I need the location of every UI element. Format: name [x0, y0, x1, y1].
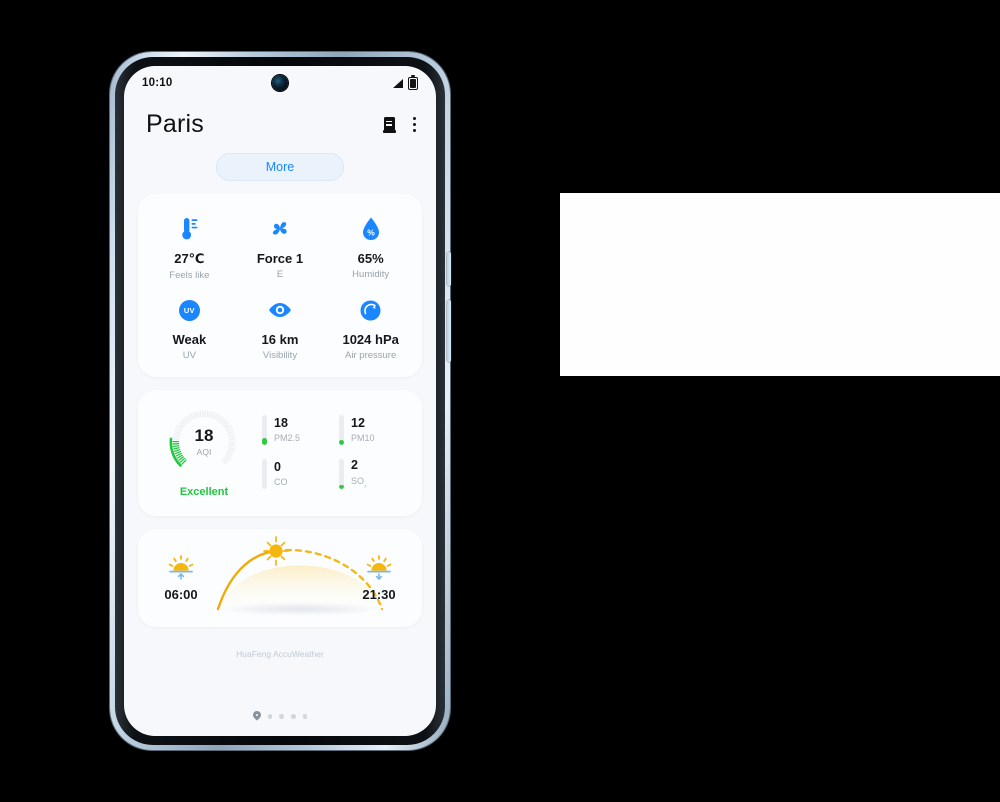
aqi-gauge: 18 AQI: [168, 406, 240, 478]
detail-wind[interactable]: Force 1 E: [235, 214, 326, 281]
thermometer-icon: [178, 214, 200, 244]
air-pressure-icon: [359, 295, 382, 325]
pollutant-bar-fill: [339, 439, 344, 445]
detail-value: 1024 hPa: [342, 332, 399, 347]
page-dot[interactable]: [302, 714, 308, 719]
phone-device-frame: 10:10 Paris More 27℃ Feels like Force 1 …: [110, 52, 451, 750]
detail-label: E: [276, 269, 284, 280]
detail-air-pressure[interactable]: 1024 hPa Air pressure: [325, 295, 416, 361]
pollutant-pm25: 18 PM2.5: [262, 415, 333, 445]
city-list-icon[interactable]: [382, 116, 396, 133]
pollutant-value: 2: [351, 458, 358, 473]
weather-details-card: 27℃ Feels like Force 1 E % 65% Humidity …: [138, 194, 422, 377]
page-title: Paris: [146, 110, 204, 138]
more-button-row: More: [124, 153, 436, 181]
pollutant-label-so2: SO₂: [351, 475, 367, 489]
page-dot[interactable]: [279, 714, 284, 719]
aqi-gauge-column: 18 AQI Excellent: [150, 406, 258, 498]
page-indicator[interactable]: [124, 711, 436, 722]
data-attribution: HuaFeng AccuWeather: [236, 649, 324, 659]
sunset-block: 21:30: [350, 554, 408, 602]
detail-value: 65%: [357, 251, 384, 266]
detail-label: Feels like: [169, 270, 210, 281]
detail-label: Air pressure: [345, 350, 397, 361]
volume-button[interactable]: [447, 252, 451, 286]
detail-value: 27℃: [174, 251, 205, 266]
detail-label: Humidity: [352, 269, 390, 280]
detail-value: Force 1: [256, 251, 304, 266]
aqi-value: 18: [194, 426, 214, 445]
sunrise-sunset-card[interactable]: 06:00 21:30: [138, 529, 422, 627]
location-pin-icon: [253, 711, 261, 722]
pollutant-value: 18: [274, 415, 288, 430]
air-quality-card[interactable]: 18 AQI Excellent 18 PM2.5 12 PM10 0 CO 2…: [138, 390, 422, 516]
detail-label: UV: [182, 350, 196, 361]
power-button[interactable]: [447, 300, 451, 362]
phone-screen: 10:10 Paris More 27℃ Feels like Force 1 …: [124, 66, 436, 736]
sunrise-icon: [168, 554, 194, 580]
sun-arc: [210, 529, 384, 627]
pollutant-bar-fill: [262, 438, 267, 445]
wind-fan-icon: [268, 214, 292, 244]
sun-icon: [263, 536, 289, 566]
sunrise-time: 06:00: [164, 586, 198, 602]
blank-white-panel: [560, 193, 1000, 376]
detail-humidity[interactable]: % 65% Humidity: [325, 214, 416, 281]
pollutant-so2: 2 SO₂: [339, 458, 410, 489]
app-header: Paris: [124, 100, 436, 139]
pollutant-label: PM10: [351, 433, 375, 444]
more-button[interactable]: More: [216, 153, 344, 181]
status-bar-time: 10:10: [142, 77, 173, 89]
detail-value: Weak: [172, 332, 207, 347]
detail-value: 16 km: [261, 332, 299, 347]
detail-visibility[interactable]: 16 km Visibility: [235, 295, 326, 361]
pollutant-co: 0 CO: [262, 459, 333, 489]
pollutant-value: 0: [274, 459, 281, 474]
pollutant-bar: [339, 459, 344, 489]
pollutant-label: PM2.5: [274, 433, 301, 444]
sunrise-block: 06:00: [152, 554, 210, 602]
detail-label: Visibility: [262, 350, 298, 361]
header-actions: [382, 116, 416, 133]
weather-details-grid: 27℃ Feels like Force 1 E % 65% Humidity …: [138, 194, 422, 377]
pollutant-bar: [262, 415, 267, 445]
uv-badge-text: UV: [183, 305, 195, 315]
front-camera-punch-hole-icon: [272, 75, 288, 91]
page-dot[interactable]: [291, 714, 296, 719]
humidity-drop-icon: %: [361, 214, 381, 244]
pollutant-bar: [262, 459, 267, 489]
uv-index-icon: UV: [178, 295, 200, 325]
more-options-icon[interactable]: [412, 116, 416, 133]
detail-uv[interactable]: UV Weak UV: [144, 295, 235, 361]
page-dot[interactable]: [267, 714, 273, 719]
sunset-icon: [366, 554, 392, 580]
pollutant-value: 12: [351, 415, 365, 430]
battery-icon: [408, 74, 418, 90]
pollutant-grid: 18 PM2.5 12 PM10 0 CO 2 SO₂: [258, 415, 410, 489]
phone-bezel: 10:10 Paris More 27℃ Feels like Force 1 …: [115, 57, 445, 745]
sunset-time: 21:30: [362, 586, 396, 602]
status-bar: 10:10: [124, 66, 436, 100]
pollutant-bar-fill: [339, 484, 344, 489]
pollutant-pm10: 12 PM10: [339, 415, 410, 445]
svg-text:%: %: [367, 228, 375, 238]
pollutant-label: CO: [274, 477, 288, 488]
screenshot-stage: 10:10 Paris More 27℃ Feels like Force 1 …: [0, 0, 1000, 802]
pollutant-bar: [339, 415, 344, 445]
aqi-status-badge: Excellent: [179, 486, 229, 498]
visibility-eye-icon: [267, 295, 293, 325]
detail-feels-like[interactable]: 27℃ Feels like: [144, 214, 235, 281]
signal-icon: [393, 78, 403, 88]
status-bar-icons: [393, 74, 418, 90]
aqi-unit-label: AQI: [196, 447, 212, 457]
